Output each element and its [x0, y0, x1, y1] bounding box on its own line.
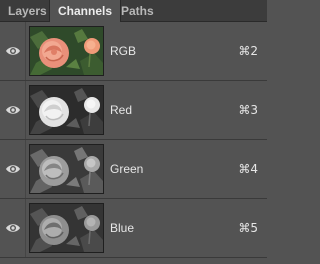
panel-tab-bar: Layers Channels Paths	[0, 0, 267, 23]
channel-name: Red	[110, 103, 133, 117]
channel-row-rgb[interactable]: RGB ⌘2	[0, 22, 267, 81]
visibility-toggle[interactable]	[0, 199, 26, 257]
channel-row-blue[interactable]: Blue ⌘5	[0, 199, 267, 258]
channel-name: RGB	[110, 44, 137, 58]
visibility-toggle[interactable]	[0, 22, 26, 80]
channel-thumbnail-red	[29, 85, 104, 135]
channel-row-red[interactable]: Red ⌘3	[0, 81, 267, 140]
eye-icon[interactable]	[5, 104, 21, 116]
channel-shortcut: ⌘3	[238, 103, 258, 117]
visibility-toggle[interactable]	[0, 81, 26, 139]
channel-thumbnail-rgb	[29, 26, 104, 76]
channel-shortcut: ⌘2	[238, 44, 258, 58]
tab-channels[interactable]: Channels	[49, 0, 122, 23]
channel-shortcut: ⌘5	[238, 221, 258, 235]
channels-panel: Layers Channels Paths RGB ⌘2 Red ⌘3 Gree…	[0, 0, 267, 264]
eye-icon[interactable]	[5, 163, 21, 175]
channel-name: Blue	[110, 221, 135, 235]
channel-name: Green	[110, 162, 144, 176]
tab-paths[interactable]: Paths	[113, 0, 162, 22]
visibility-toggle[interactable]	[0, 140, 26, 198]
tab-layers[interactable]: Layers	[0, 0, 55, 22]
eye-icon[interactable]	[5, 222, 21, 234]
eye-icon[interactable]	[5, 45, 21, 57]
channel-row-green[interactable]: Green ⌘4	[0, 140, 267, 199]
channel-list: RGB ⌘2 Red ⌘3 Green ⌘4 Blue ⌘5	[0, 22, 267, 258]
channel-thumbnail-green	[29, 144, 104, 194]
channel-thumbnail-blue	[29, 203, 104, 253]
channel-shortcut: ⌘4	[238, 162, 258, 176]
